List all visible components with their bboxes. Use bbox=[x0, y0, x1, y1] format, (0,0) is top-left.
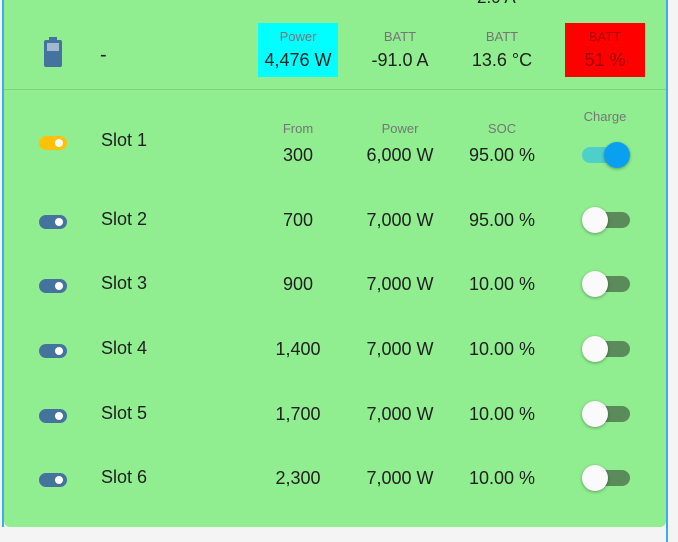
power-stat-value: 4,476 W bbox=[264, 50, 332, 70]
slot-soc-value: 10.00 % bbox=[468, 274, 536, 294]
batt-current-label: BATT bbox=[383, 29, 417, 44]
slot-toggle-icon[interactable] bbox=[39, 344, 67, 358]
slot-toggle-icon[interactable] bbox=[39, 409, 67, 423]
batt-temp-stat[interactable]: BATT 13.6 °C bbox=[452, 23, 552, 77]
switch-knob[interactable] bbox=[582, 401, 608, 427]
slot-label: Slot 3 bbox=[101, 273, 148, 293]
battery-icon[interactable] bbox=[43, 37, 63, 67]
slot-charge-switch[interactable] bbox=[582, 138, 630, 172]
slot-soc-value: 95.00 % bbox=[468, 145, 536, 165]
batt-soc-label: BATT bbox=[588, 29, 622, 44]
switch-knob[interactable] bbox=[582, 271, 608, 297]
slot-toggle-icon[interactable] bbox=[39, 215, 67, 229]
switch-knob[interactable] bbox=[604, 142, 630, 168]
card-edge-right bbox=[666, 0, 668, 542]
slot-soc-value: 95.00 % bbox=[468, 210, 536, 230]
slot-charge-switch[interactable] bbox=[582, 203, 630, 237]
slot-label: Slot 6 bbox=[101, 467, 148, 487]
power-stat-label: Power bbox=[279, 29, 317, 44]
slot-label: Slot 5 bbox=[101, 403, 148, 423]
batt-current-value: -91.0 A bbox=[371, 50, 429, 70]
power-stat[interactable]: Power 4,476 W bbox=[258, 23, 338, 77]
slot-label: Slot 2 bbox=[101, 209, 148, 229]
battery-card bbox=[4, 0, 666, 527]
switch-knob[interactable] bbox=[582, 336, 608, 362]
slot-label: Slot 1 bbox=[101, 130, 148, 150]
batt-temp-label: BATT bbox=[485, 29, 519, 44]
status-dash: - bbox=[100, 44, 107, 66]
slot-charge-switch[interactable] bbox=[582, 267, 630, 301]
batt-soc-value: 51 % bbox=[584, 50, 626, 70]
slot-toggle-icon[interactable] bbox=[39, 136, 67, 150]
batt-temp-value: 13.6 °C bbox=[471, 50, 533, 70]
batt-current-stat[interactable]: BATT -91.0 A bbox=[350, 23, 450, 77]
col-header-charge: Charge bbox=[583, 109, 627, 124]
batt-soc-stat[interactable]: BATT 51 % bbox=[565, 23, 645, 77]
slot-charge-switch[interactable] bbox=[582, 461, 630, 495]
slot-soc-value: 10.00 % bbox=[468, 339, 536, 359]
slot-soc-value: 10.00 % bbox=[468, 404, 536, 424]
slot-toggle-icon[interactable] bbox=[39, 279, 67, 293]
slot-toggle-icon[interactable] bbox=[39, 473, 67, 487]
switch-knob[interactable] bbox=[582, 465, 608, 491]
header-divider bbox=[4, 89, 666, 90]
slot-soc-value: 10.00 % bbox=[468, 468, 536, 488]
slot-label: Slot 4 bbox=[101, 338, 148, 358]
clipped-header-value: 2.0 A bbox=[477, 0, 516, 8]
switch-knob[interactable] bbox=[582, 207, 608, 233]
dashboard-frame: 2.0 A - Power 4,476 W BATT -91.0 A BATT … bbox=[0, 0, 678, 542]
slot-charge-switch[interactable] bbox=[582, 332, 630, 366]
col-header-soc: SOC bbox=[487, 121, 517, 136]
card-edge-left bbox=[2, 0, 4, 527]
slot-charge-switch[interactable] bbox=[582, 397, 630, 431]
